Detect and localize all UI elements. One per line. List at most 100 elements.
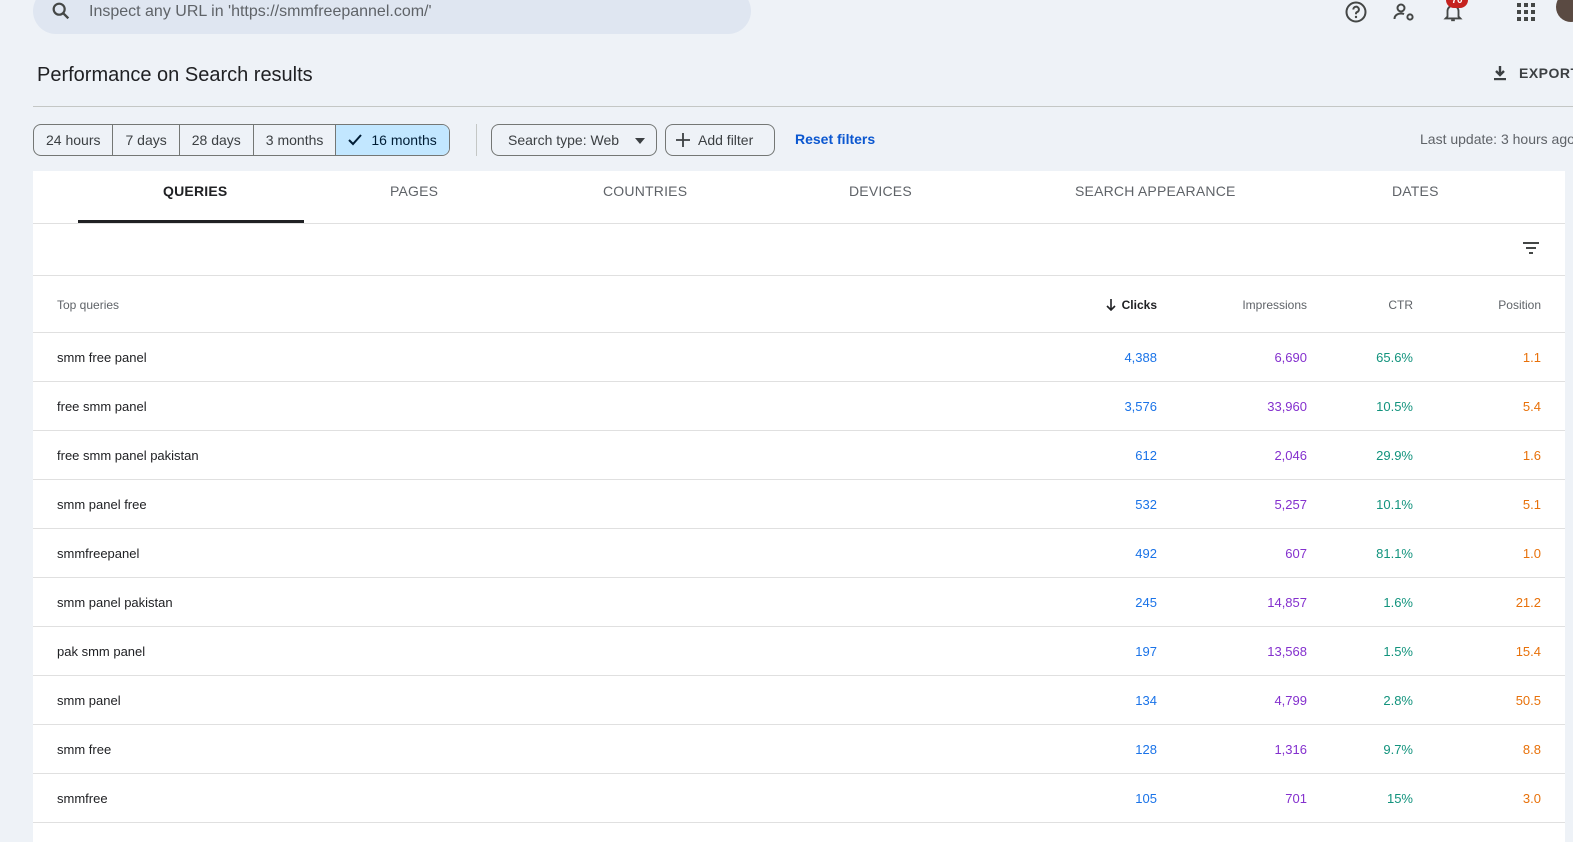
- search-type-dropdown[interactable]: Search type: Web: [491, 124, 657, 156]
- impressions-cell: 607: [1285, 546, 1307, 561]
- filter-rows-icon[interactable]: [1521, 238, 1541, 258]
- table-row[interactable]: pak smm panel 197 13,568 1.5% 15.4: [33, 627, 1565, 676]
- performance-table-card: QUERIES PAGES COUNTRIES DEVICES SEARCH A…: [33, 171, 1565, 842]
- query-cell: free smm panel: [57, 399, 147, 414]
- table-row[interactable]: free smm panel pakistan 612 2,046 29.9% …: [33, 431, 1565, 480]
- table-row[interactable]: smmfreepanel 492 607 81.1% 1.0: [33, 529, 1565, 578]
- avatar[interactable]: [1556, 0, 1573, 22]
- column-header-position[interactable]: Position: [1498, 298, 1541, 312]
- last-update-text: Last update: 3 hours ago: [1420, 131, 1573, 147]
- ctr-cell: 10.1%: [1376, 497, 1413, 512]
- date-range-24-hours[interactable]: 24 hours: [34, 125, 114, 155]
- column-header-impressions[interactable]: Impressions: [1242, 298, 1307, 312]
- date-range-16-months[interactable]: 16 months: [336, 125, 449, 155]
- clicks-cell: 3,576: [1124, 399, 1157, 414]
- clicks-cell: 245: [1135, 595, 1157, 610]
- active-tab-indicator: [78, 220, 304, 223]
- query-cell: smm free panel: [57, 350, 147, 365]
- ctr-cell: 2.8%: [1383, 693, 1413, 708]
- table-toolbar: [33, 224, 1565, 276]
- date-range-3-months[interactable]: 3 months: [254, 125, 337, 155]
- export-button[interactable]: EXPORT: [1491, 64, 1573, 82]
- position-cell: 3.0: [1522, 791, 1541, 806]
- query-cell: smm free: [57, 742, 112, 757]
- query-cell: smm panel: [57, 693, 121, 708]
- table-row[interactable]: smm panel free 532 5,257 10.1% 5.1: [33, 480, 1565, 529]
- column-header-query[interactable]: Top queries: [57, 298, 119, 312]
- ctr-cell: 1.5%: [1383, 644, 1413, 659]
- position-cell: 21.2: [1515, 595, 1541, 610]
- filters-separator: [476, 124, 477, 156]
- table-row[interactable]: free smm panel 3,576 33,960 10.5% 5.4: [33, 382, 1565, 431]
- clicks-cell: 532: [1135, 497, 1157, 512]
- column-header-ctr[interactable]: CTR: [1388, 298, 1413, 312]
- query-cell: pak smm panel: [57, 644, 146, 659]
- clicks-cell: 492: [1135, 546, 1157, 561]
- table-header: Top queries Clicks Impressions CTR Posit…: [33, 276, 1565, 333]
- export-label: EXPORT: [1519, 65, 1573, 81]
- ctr-cell: 10.5%: [1376, 399, 1413, 414]
- tab-queries[interactable]: QUERIES: [163, 183, 227, 199]
- reset-filters-link[interactable]: Reset filters: [795, 131, 875, 147]
- position-cell: 5.4: [1522, 399, 1541, 414]
- query-cell: smm panel pakistan: [57, 595, 173, 610]
- url-inspect-search[interactable]: [33, 0, 751, 34]
- tab-dates[interactable]: DATES: [1392, 183, 1439, 199]
- date-range-7-days[interactable]: 7 days: [113, 125, 180, 155]
- ctr-cell: 1.6%: [1383, 595, 1413, 610]
- table-row[interactable]: smm panel 134 4,799 2.8% 50.5: [33, 676, 1565, 725]
- download-icon: [1494, 66, 1506, 81]
- query-cell: smm panel free: [57, 497, 147, 512]
- position-cell: 15.4: [1515, 644, 1541, 659]
- clicks-cell: 197: [1135, 644, 1157, 659]
- position-cell: 1.0: [1522, 546, 1541, 561]
- column-header-clicks[interactable]: Clicks: [1106, 298, 1157, 312]
- ctr-cell: 9.7%: [1383, 742, 1413, 757]
- table-row[interactable]: smm panel pakistan 245 14,857 1.6% 21.2: [33, 578, 1565, 627]
- help-icon[interactable]: [1343, 0, 1369, 24]
- impressions-cell: 5,257: [1274, 497, 1307, 512]
- search-icon: [52, 2, 70, 20]
- header-divider: [33, 106, 1573, 107]
- position-cell: 50.5: [1515, 693, 1541, 708]
- position-cell: 1.1: [1522, 350, 1541, 365]
- dimension-tabs: QUERIES PAGES COUNTRIES DEVICES SEARCH A…: [33, 171, 1565, 224]
- tab-pages[interactable]: PAGES: [390, 183, 438, 199]
- check-icon: [348, 134, 363, 146]
- impressions-cell: 33,960: [1267, 399, 1307, 414]
- clicks-cell: 105: [1135, 791, 1157, 806]
- position-cell: 5.1: [1522, 497, 1541, 512]
- tab-devices[interactable]: DEVICES: [849, 183, 912, 199]
- clicks-cell: 134: [1135, 693, 1157, 708]
- clicks-cell: 4,388: [1124, 350, 1157, 365]
- add-filter-button[interactable]: Add filter: [665, 124, 775, 156]
- impressions-cell: 6,690: [1274, 350, 1307, 365]
- plus-icon: [676, 133, 690, 147]
- arrow-down-icon: [1106, 299, 1116, 311]
- impressions-cell: 13,568: [1267, 644, 1307, 659]
- table-row[interactable]: smmfree 105 701 15% 3.0: [33, 774, 1565, 823]
- url-inspect-input[interactable]: [89, 0, 729, 24]
- query-cell: smmfreepanel: [57, 546, 140, 561]
- date-range-selector: 24 hours 7 days 28 days 3 months 16 mont…: [33, 124, 450, 156]
- query-cell: smmfree: [57, 791, 108, 806]
- impressions-cell: 701: [1285, 791, 1307, 806]
- impressions-cell: 2,046: [1274, 448, 1307, 463]
- tab-search-appearance[interactable]: SEARCH APPEARANCE: [1075, 183, 1236, 199]
- table-row[interactable]: smm free 128 1,316 9.7% 8.8: [33, 725, 1565, 774]
- table-row[interactable]: smm free panel 4,388 6,690 65.6% 1.1: [33, 333, 1565, 382]
- tab-countries[interactable]: COUNTRIES: [603, 183, 687, 199]
- page-title: Performance on Search results: [37, 64, 313, 86]
- ctr-cell: 29.9%: [1376, 448, 1413, 463]
- account-settings-icon[interactable]: [1391, 0, 1417, 24]
- impressions-cell: 4,799: [1274, 693, 1307, 708]
- apps-grid-icon[interactable]: [1513, 0, 1539, 24]
- impressions-cell: 1,316: [1274, 742, 1307, 757]
- impressions-cell: 14,857: [1267, 595, 1307, 610]
- position-cell: 8.8: [1522, 742, 1541, 757]
- date-range-28-days[interactable]: 28 days: [180, 125, 254, 155]
- clicks-cell: 128: [1135, 742, 1157, 757]
- ctr-cell: 65.6%: [1376, 350, 1413, 365]
- ctr-cell: 15%: [1386, 791, 1413, 806]
- clicks-cell: 612: [1135, 448, 1157, 463]
